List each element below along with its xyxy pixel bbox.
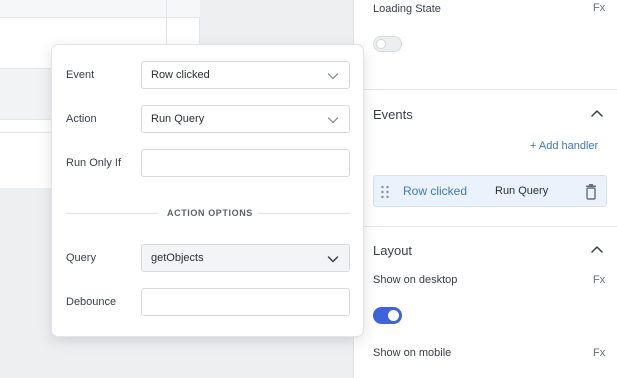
toggle-knob xyxy=(388,310,399,321)
divider-line xyxy=(258,213,350,214)
query-select[interactable]: getObjects xyxy=(141,244,350,272)
event-handler-popover: Event Row clicked Action Run Query Run O… xyxy=(51,44,364,337)
toggle-knob xyxy=(376,39,386,49)
event-select-value: Row clicked xyxy=(151,69,210,81)
loading-state-label: Loading State xyxy=(373,3,441,15)
show-on-mobile-label: Show on mobile xyxy=(373,347,452,359)
action-options-title: ACTION OPTIONS xyxy=(167,208,253,218)
divider-line xyxy=(66,213,158,214)
chevron-down-icon xyxy=(327,117,339,124)
show-on-mobile-fx-button[interactable]: Fx xyxy=(593,347,605,359)
debounce-input[interactable] xyxy=(141,288,350,316)
trash-icon[interactable] xyxy=(585,184,597,200)
add-handler-button[interactable]: + Add handler xyxy=(530,140,598,152)
chevron-up-icon[interactable] xyxy=(590,107,604,121)
loading-state-fx-button[interactable]: Fx xyxy=(593,2,605,14)
event-label: Event xyxy=(66,69,95,81)
action-label: Action xyxy=(66,113,97,125)
drag-handle-icon[interactable] xyxy=(380,185,390,199)
show-on-desktop-fx-button[interactable]: Fx xyxy=(593,274,605,286)
chevron-down-icon xyxy=(327,256,339,263)
section-divider xyxy=(354,226,617,227)
run-only-if-input[interactable] xyxy=(141,149,350,177)
events-section-title: Events xyxy=(373,107,413,122)
section-divider xyxy=(354,89,617,90)
table-header xyxy=(0,0,200,18)
run-only-if-label: Run Only If xyxy=(66,157,122,169)
query-label: Query xyxy=(66,252,96,264)
action-select[interactable]: Run Query xyxy=(141,105,350,133)
handler-action-name: Run Query xyxy=(495,185,549,197)
event-handler-item[interactable]: Row clicked Run Query xyxy=(373,175,607,207)
debounce-label: Debounce xyxy=(66,296,117,308)
show-on-desktop-label: Show on desktop xyxy=(373,274,458,286)
loading-state-toggle[interactable] xyxy=(373,36,402,52)
table-column-divider xyxy=(166,0,167,45)
chevron-down-icon xyxy=(327,73,339,80)
inspector-panel: Loading State Fx Events + Add handler Ro… xyxy=(353,0,617,378)
handler-event-name: Row clicked xyxy=(403,184,468,198)
show-on-desktop-toggle[interactable] xyxy=(373,307,402,324)
event-select[interactable]: Row clicked xyxy=(141,61,350,89)
action-select-value: Run Query xyxy=(151,113,205,125)
layout-section-title: Layout xyxy=(373,243,413,258)
query-select-value: getObjects xyxy=(151,252,204,264)
chevron-up-icon[interactable] xyxy=(590,243,604,257)
